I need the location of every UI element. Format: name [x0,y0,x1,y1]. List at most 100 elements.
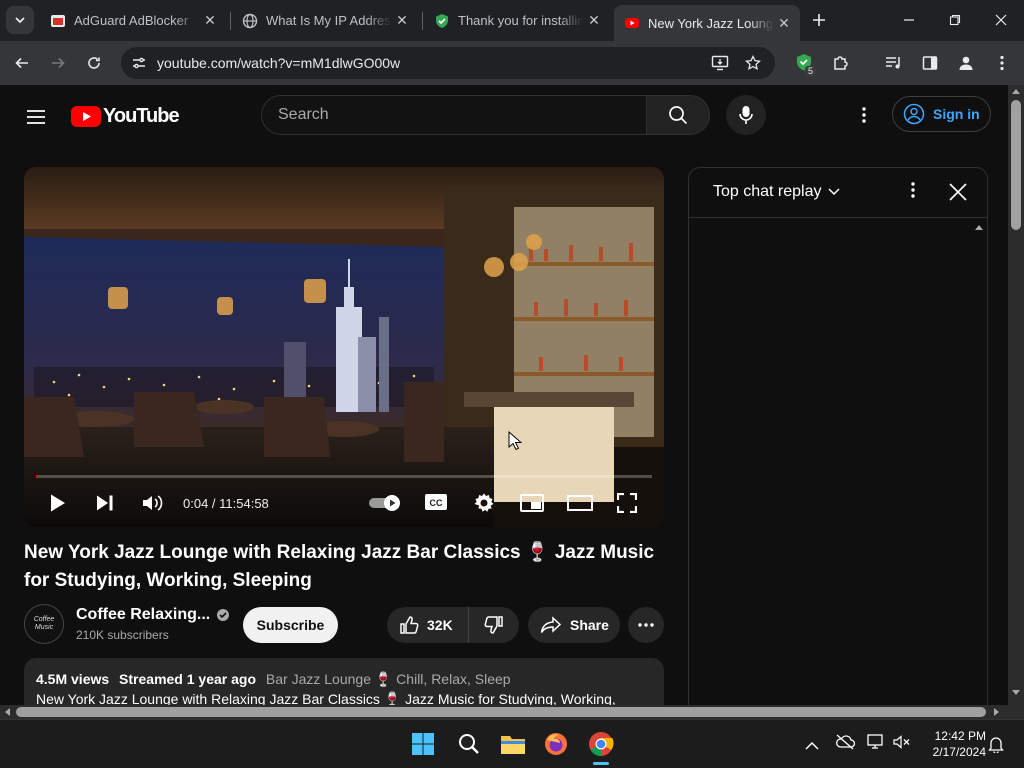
address-bar[interactable]: youtube.com/watch?v=mM1dlwGO00w [121,47,775,79]
file-explorer-button[interactable] [500,732,526,761]
settings-button[interactable] [473,492,495,519]
system-clock[interactable]: 12:42 PM 2/17/2024 [922,728,986,760]
new-tab-button[interactable] [805,6,833,34]
youtube-logo[interactable]: YouTube [71,104,180,128]
fullscreen-icon [616,492,638,514]
fullscreen-button[interactable] [616,492,638,518]
plus-icon [813,14,825,26]
skip-next-icon [97,495,113,511]
voice-search-button[interactable] [726,95,766,135]
search-button[interactable] [646,95,710,135]
subtitles-button[interactable]: CC [424,493,448,516]
close-icon[interactable]: ✕ [584,11,604,31]
description-box[interactable]: 4.5M views Streamed 1 year ago Bar Jazz … [24,658,664,705]
forward-button[interactable] [44,49,72,77]
chat-close-button[interactable] [949,183,967,206]
start-button[interactable] [411,732,435,761]
chat-menu-button[interactable] [911,182,915,203]
side-panel-button[interactable] [916,49,944,77]
theater-mode-button[interactable] [567,495,593,516]
play-button[interactable] [48,493,68,518]
taskbar-search-button[interactable] [457,732,481,761]
youtube-page: YouTube Search Sign in 0:04 / 11:54:58 C… [0,85,1008,705]
dislike-button[interactable] [469,607,519,643]
share-arrow-icon [540,616,562,633]
horizontal-scroll-thumb[interactable] [16,707,986,717]
like-count: 32K [427,617,453,633]
chat-replay-panel: Top chat replay [688,167,988,705]
guide-menu-button[interactable] [24,105,48,129]
streamed-date: Streamed 1 year ago [119,671,257,687]
shield-check-icon [436,13,448,28]
extensions-button[interactable] [827,49,855,77]
video-player[interactable]: 0:04 / 11:54:58 CC [24,167,664,527]
install-app-icon[interactable] [711,55,729,71]
search-input[interactable]: Search [261,95,647,135]
close-icon[interactable]: ✕ [392,11,412,31]
scroll-right-arrow-icon[interactable] [994,708,1000,716]
reload-button[interactable] [80,49,108,77]
more-actions-button[interactable] [628,607,664,643]
share-button[interactable]: Share [528,607,620,643]
back-button[interactable] [8,49,36,77]
firefox-button[interactable] [544,732,568,761]
description-text: New York Jazz Lounge with Relaxing Jazz … [36,691,616,705]
tab-thank-you[interactable]: Thank you for installing ✕ [424,6,610,35]
onedrive-button[interactable] [835,734,856,755]
like-button[interactable]: 32K [387,607,469,643]
notifications-button[interactable] [988,735,1004,758]
media-controls-button[interactable] [880,49,908,77]
channel-name-row[interactable]: Coffee Relaxing... [76,606,230,624]
autoplay-toggle[interactable] [368,494,404,517]
tab-title: New York Jazz Lounge [648,15,774,31]
tab-new-york-jazz-lounge[interactable]: New York Jazz Lounge ✕ [614,5,800,41]
scroll-left-arrow-icon[interactable] [4,708,10,716]
close-icon[interactable]: ✕ [200,11,220,31]
scroll-up-arrow-icon[interactable] [1012,88,1020,94]
progress-bar[interactable] [36,475,652,478]
channel-avatar[interactable]: Coffee Music [24,604,64,644]
adguard-extension-button[interactable]: 5 [791,49,819,77]
bookmark-star-icon[interactable] [745,55,761,71]
settings-menu-button[interactable] [852,103,876,127]
close-icon[interactable]: ✕ [774,13,794,33]
chat-mode-dropdown[interactable]: Top chat replay [713,183,840,201]
video-title: New York Jazz Lounge with Relaxing Jazz … [24,542,655,591]
tab-search-button[interactable] [6,6,34,34]
vertical-scroll-thumb[interactable] [1011,100,1021,230]
search-icon [459,734,479,754]
next-button[interactable] [96,494,114,517]
like-dislike-group: 32K [387,607,519,643]
volume-button[interactable] [893,734,911,755]
vertical-scrollbar[interactable] [1008,85,1024,705]
site-settings-icon[interactable] [131,55,147,71]
subscribe-button[interactable]: Subscribe [243,607,338,643]
scrollbar-corner [1008,705,1024,719]
horizontal-scrollbar[interactable] [0,705,1008,719]
chrome-button[interactable] [588,731,614,762]
theater-mode-icon [567,495,593,511]
speaker-muted-icon [893,735,910,749]
video-frame [24,167,664,527]
browser-tab-strip: AdGuard AdBlocker ✕ What Is My IP Addres… [0,0,1024,41]
show-hidden-icons-button[interactable] [805,738,819,756]
miniplayer-button[interactable] [520,494,544,517]
hamburger-menu-icon [27,110,45,124]
network-button[interactable] [867,734,885,755]
channel-avatar-text: Coffee Music [33,616,55,631]
chat-scroll-up-icon[interactable] [975,224,983,230]
minimize-button[interactable] [895,6,923,34]
chrome-menu-button[interactable] [988,49,1016,77]
network-icon [867,734,883,749]
tab-adguard[interactable]: AdGuard AdBlocker ✕ [40,6,226,35]
minimize-icon [904,19,914,21]
mute-button[interactable] [142,493,164,518]
puzzle-icon [834,56,848,70]
scroll-down-arrow-icon[interactable] [1012,690,1020,696]
media-queue-icon [886,57,900,69]
close-window-button[interactable] [987,6,1015,34]
profile-button[interactable] [952,49,980,77]
restore-button[interactable] [941,6,969,34]
tab-what-is-my-ip[interactable]: What Is My IP Address ✕ [232,6,418,35]
sign-in-button[interactable]: Sign in [892,96,991,132]
